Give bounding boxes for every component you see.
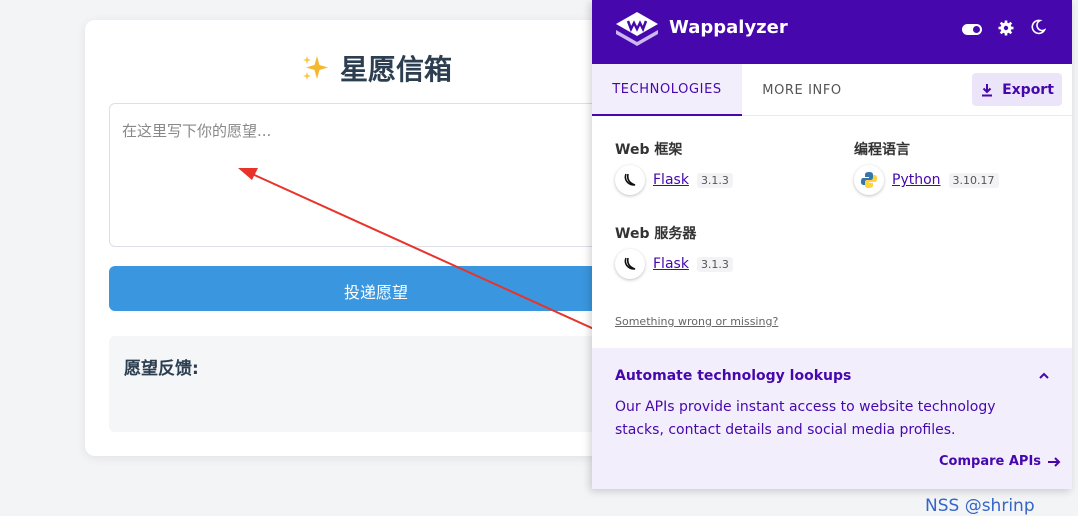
- submit-wish-label: 投递愿望: [344, 283, 409, 302]
- feedback-panel: 愿望反馈:: [109, 336, 669, 432]
- page-title: 星愿信箱: [300, 48, 452, 88]
- tech-name[interactable]: Python: [892, 172, 941, 188]
- tech-row-flask-server[interactable]: Flask 3.1.3: [615, 249, 733, 279]
- wappalyzer-brand: Wappalyzer: [669, 17, 788, 38]
- wappalyzer-logo-icon: [616, 12, 658, 46]
- wappalyzer-tabs: TECHNOLOGIES MORE INFO Export: [592, 64, 1072, 116]
- wish-textarea[interactable]: 在这里写下你的愿望...: [109, 103, 669, 247]
- tech-name[interactable]: Flask: [653, 172, 689, 188]
- download-icon: [982, 83, 993, 96]
- category-title-programming-language: 编程语言: [854, 142, 910, 158]
- page-title-text: 星愿信箱: [340, 53, 453, 86]
- something-wrong-link[interactable]: Something wrong or missing?: [615, 315, 778, 328]
- feedback-title: 愿望反馈:: [124, 359, 199, 379]
- theme-toggle[interactable]: [962, 24, 982, 35]
- tech-row-flask-framework[interactable]: Flask 3.1.3: [615, 165, 733, 195]
- sparkles-icon: [303, 56, 328, 80]
- promo-title[interactable]: Automate technology lookups: [615, 368, 851, 384]
- wappalyzer-popup: Wappalyzer TECHNOLOGIES MORE INFO Export: [592, 0, 1072, 489]
- promo-panel: Automate technology lookups Our APIs pro…: [592, 348, 1072, 489]
- tech-version: 3.1.3: [696, 256, 733, 272]
- category-title-web-framework: Web 框架: [615, 142, 683, 158]
- python-icon: [854, 165, 884, 195]
- tech-row-python[interactable]: Python 3.10.17: [854, 165, 999, 195]
- compare-apis-link[interactable]: Compare APIs: [939, 454, 1061, 469]
- category-title-web-server: Web 服务器: [615, 226, 697, 242]
- tab-more-info[interactable]: MORE INFO: [742, 64, 862, 116]
- tab-technologies[interactable]: TECHNOLOGIES: [592, 64, 742, 116]
- wish-textarea-placeholder: 在这里写下你的愿望...: [122, 122, 272, 140]
- gear-icon[interactable]: [998, 20, 1014, 36]
- tech-version: 3.10.17: [948, 172, 999, 188]
- compare-apis-label: Compare APIs: [939, 454, 1042, 469]
- promo-text: Our APIs provide instant access to websi…: [615, 399, 996, 438]
- submit-wish-button[interactable]: 投递愿望: [109, 266, 669, 311]
- tech-version: 3.1.3: [696, 172, 733, 188]
- arrow-right-icon: [1048, 456, 1061, 467]
- moon-icon[interactable]: [1030, 19, 1046, 35]
- wappalyzer-header: Wappalyzer: [592, 0, 1072, 64]
- export-label: Export: [1002, 81, 1054, 98]
- flask-icon: [615, 165, 645, 195]
- chevron-up-icon[interactable]: [1037, 369, 1051, 383]
- tech-name[interactable]: Flask: [653, 256, 689, 272]
- watermark: NSS @shrinp: [925, 496, 1035, 516]
- flask-icon: [615, 249, 645, 279]
- export-button[interactable]: Export: [972, 73, 1062, 106]
